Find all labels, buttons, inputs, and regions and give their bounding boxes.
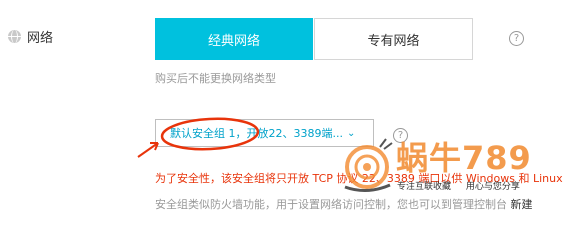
- watermark-tagline: 专注互联收藏 用心与您分享: [397, 179, 532, 192]
- snail-logo-icon: [344, 138, 393, 192]
- watermark-title: 蜗牛789: [396, 139, 532, 177]
- watermark-tagline-1: 专注互联收藏: [397, 182, 452, 192]
- watermark: 蜗牛789 专注互联收藏 用心与您分享: [340, 133, 565, 208]
- watermark-tagline-2: 用心与您分享: [465, 182, 520, 192]
- annotation-circle: [160, 117, 260, 151]
- ecs-network-config-page: 网络 经典网络 专有网络 ? 购买后不能更换网络类型 默认安全组 1，开放22、…: [0, 0, 565, 213]
